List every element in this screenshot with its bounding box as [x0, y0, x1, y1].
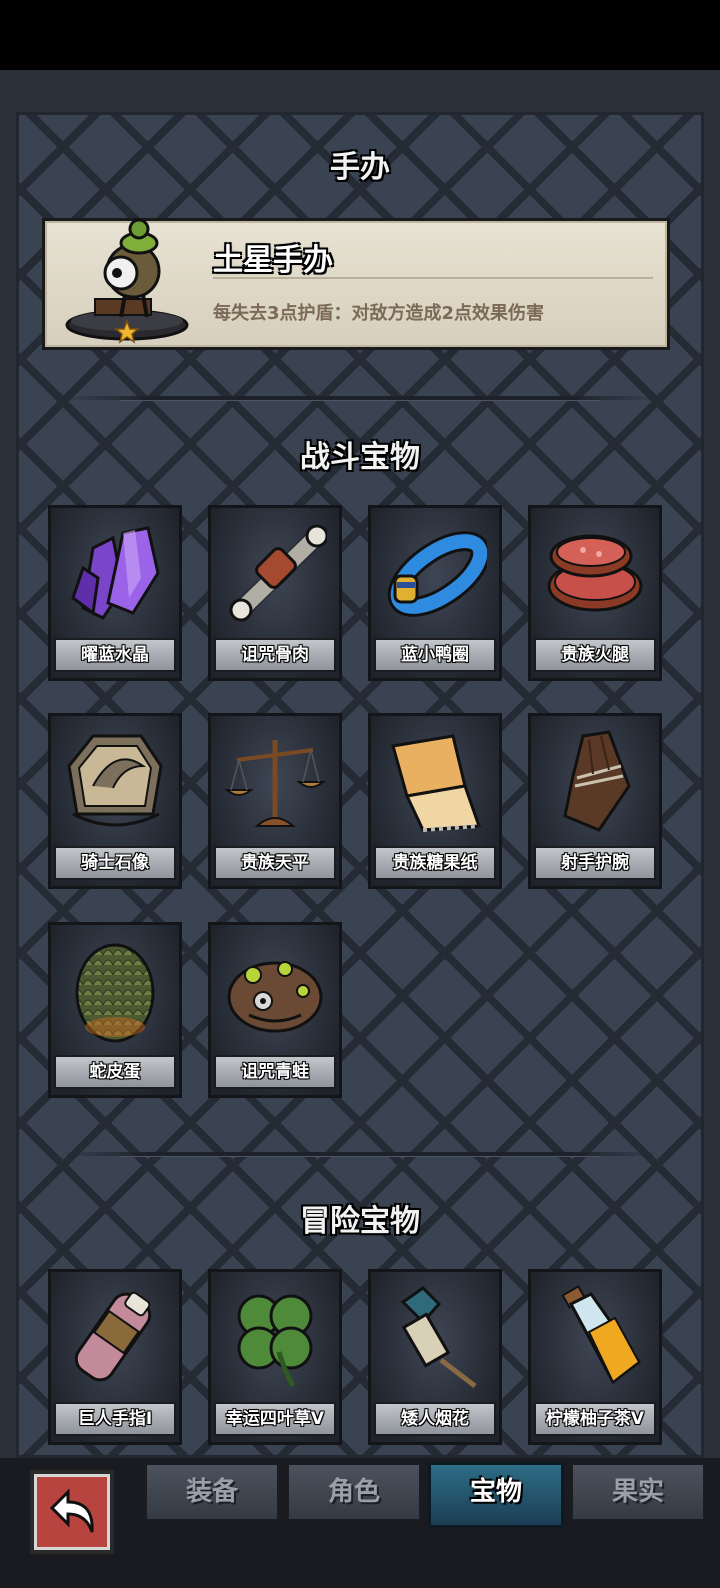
duck-ring-icon: [387, 531, 487, 617]
figure-description: 每失去3点护盾：对敌方造成2点效果伤害: [213, 303, 545, 324]
tab-equipment[interactable]: 装备: [144, 1462, 280, 1522]
saturn-figurine-icon: [65, 218, 189, 344]
item-label: 骑士石像: [54, 846, 176, 880]
treasure-item[interactable]: 贵族糖果纸: [368, 713, 502, 889]
treasure-item[interactable]: 骑士石像: [48, 713, 182, 889]
battle-section-title: 战斗宝物: [300, 440, 420, 475]
candy-paper-icon: [391, 734, 482, 832]
treasure-item[interactable]: 幸运四叶草V: [208, 1269, 342, 1445]
tea-bottle-icon: [561, 1285, 642, 1385]
status-bar: [0, 0, 720, 70]
item-label: 贵族火腿: [534, 638, 656, 672]
treasure-item[interactable]: 曜蓝水晶: [48, 505, 182, 681]
scale-icon: [224, 740, 326, 827]
cursed-frog-icon: [227, 961, 323, 1033]
figure-separator: [213, 277, 653, 279]
section-divider: [60, 1152, 660, 1157]
meat-bone-icon: [229, 524, 327, 622]
figure-section-title: 手办: [330, 150, 390, 185]
treasure-item[interactable]: 射手护腕: [528, 713, 662, 889]
item-label: 幸运四叶草V: [214, 1402, 336, 1436]
bracer-icon: [563, 730, 631, 832]
treasure-item[interactable]: 巨人手指I: [48, 1269, 182, 1445]
item-label: 诅咒青蛙: [214, 1055, 336, 1089]
treasure-item[interactable]: 诅咒骨肉: [208, 505, 342, 681]
tab-fruit[interactable]: 果实: [570, 1462, 706, 1522]
figure-name: 土星手办: [213, 243, 333, 278]
item-label: 矮人烟花: [374, 1402, 496, 1436]
purple-crystal-icon: [71, 526, 160, 620]
four-leaf-clover-icon: [237, 1294, 313, 1388]
snake-egg-icon: [75, 943, 155, 1043]
treasure-item[interactable]: 诅咒青蛙: [208, 922, 342, 1098]
item-label: 贵族糖果纸: [374, 846, 496, 880]
ham-icon: [547, 534, 643, 612]
back-arrow-icon: [49, 1488, 94, 1533]
giant-finger-icon: [74, 1291, 152, 1382]
item-label: 贵族天平: [214, 846, 336, 880]
firework-icon: [400, 1286, 477, 1388]
tab-treasure[interactable]: 宝物: [428, 1462, 564, 1528]
item-label: 巨人手指I: [54, 1402, 176, 1436]
treasure-item[interactable]: 贵族天平: [208, 713, 342, 889]
treasure-item[interactable]: 蛇皮蛋: [48, 922, 182, 1098]
section-divider: [60, 396, 660, 401]
item-label: 蛇皮蛋: [54, 1055, 176, 1089]
item-label: 射手护腕: [534, 846, 656, 880]
treasure-item[interactable]: 贵族火腿: [528, 505, 662, 681]
adventure-section-title: 冒险宝物: [300, 1204, 420, 1239]
item-label: 蓝小鸭圈: [374, 638, 496, 672]
stone-emblem-icon: [67, 734, 163, 827]
treasure-item[interactable]: 蓝小鸭圈: [368, 505, 502, 681]
treasure-item[interactable]: 柠檬柚子茶V: [528, 1269, 662, 1445]
item-label: 诅咒骨肉: [214, 638, 336, 672]
item-label: 柠檬柚子茶V: [534, 1402, 656, 1436]
back-button[interactable]: [30, 1470, 114, 1554]
figure-card[interactable]: 土星手办 每失去3点护盾：对敌方造成2点效果伤害: [42, 218, 670, 350]
treasure-item[interactable]: 矮人烟花: [368, 1269, 502, 1445]
item-label: 曜蓝水晶: [54, 638, 176, 672]
tab-character[interactable]: 角色: [286, 1462, 422, 1522]
